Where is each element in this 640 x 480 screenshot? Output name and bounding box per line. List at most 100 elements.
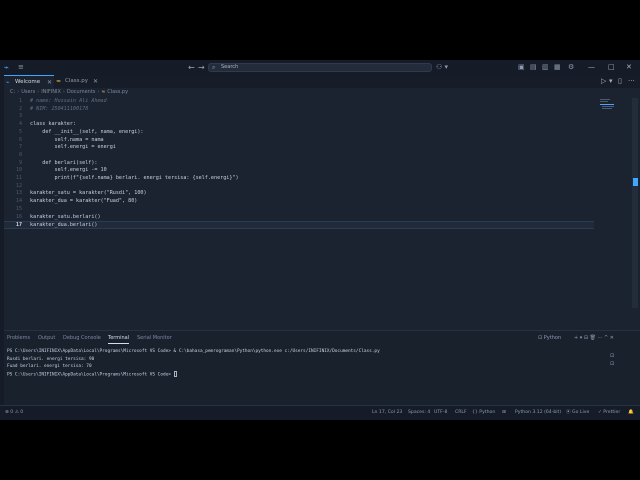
minimap[interactable] [598,97,618,117]
search-placeholder: Search [221,64,239,70]
line-number: 11 [15,175,22,181]
close-window-button[interactable]: ✕ [626,62,632,73]
line-number: 3 [18,113,22,120]
terminal-line: Rusdi berlari. energi tersisa: 90 [7,356,95,362]
tab-debug-console[interactable]: Debug Console [63,333,101,343]
code-text: self.nama = nama [30,136,104,143]
breadcrumb-item[interactable]: Class.py [107,89,128,95]
scroll-thumb[interactable] [633,178,638,186]
run-icon[interactable]: ▷ [601,75,606,88]
tab-welcome[interactable]: ⌁ Welcome ✕ [4,75,54,88]
code-text: self.energi -= 10 [30,167,107,174]
layout-panel-left-icon[interactable]: ▣ [518,62,525,73]
minimize-button[interactable]: — [588,62,595,73]
status-bar: ⊗ 0 ⚠ 0 Ln 17, Col 23 Spaces: 4 UTF-8 CR… [0,405,640,420]
terminal-cursor [173,370,177,377]
tab-serial-monitor[interactable]: Serial Monitor [137,333,172,343]
code-text: karakter_dua.berlari() [30,222,98,229]
terminal-output[interactable]: PS C:\Users\INIFINIX\AppData\Local\Progr… [7,348,380,379]
code-line[interactable]: 6 self.nama = nama [4,137,594,145]
language-mode[interactable]: {} Python [472,406,495,420]
code-editor[interactable]: 1 # name: Hussain Ali Ahmad 2 # NIM: 250411… [4,97,632,330]
code-line[interactable]: 11 print(f"{self.nama} berlari. energi t… [4,175,594,183]
line-number: 13 [15,190,22,197]
more-actions-icon[interactable]: ··· [628,75,635,88]
terminal-shell-label[interactable]: ⊡ Python [538,333,561,343]
terminal-line: PS C:\Users\INIFINIX\AppData\Local\Progr… [7,349,380,354]
vscode-window: ⌁ ≡ ← → ⌕ Search ⚇ ▾ ▣ ▤ ▥ ▦ ⚙ — □ ✕ ⌁ W… [0,60,640,420]
code-text: # NIM: 250411100178 [30,105,89,112]
breadcrumb-item[interactable]: Documents [67,89,96,95]
code-text: print(f"{self.nama} berlari. energi ters… [30,175,239,181]
code-line[interactable]: 12 [4,183,594,191]
terminal-instance-icon[interactable]: ⊡ [610,361,614,367]
tab-output[interactable]: Output [38,333,55,343]
run-menu-chevron-icon[interactable]: ▾ [609,75,613,88]
terminal-line: Fuad berlari. energi tersisa: 70 [7,364,92,370]
encoding-status[interactable]: UTF-8 [434,406,447,420]
line-number: 10 [15,167,22,174]
tab-label: Welcome [15,79,41,85]
forward-arrow-icon[interactable]: → [198,62,205,73]
indentation-status[interactable]: Spaces: 4 [408,406,430,420]
code-line[interactable]: 7 self.energi = energi [4,144,594,152]
code-text: def __init__(self, nama, energi): [30,128,144,135]
terminal-line: PS C:\Users\INIFINIX\AppData\Local\Progr… [7,370,380,379]
tab-class-py[interactable]: ≈ Class.py ✕ [54,75,100,88]
terminal-instance-icon[interactable]: ⊡ [610,353,614,359]
line-number: 12 [15,182,22,189]
code-text: karakter_satu = karakter("Rusdi", 100) [30,190,147,197]
breadcrumb-item[interactable]: INIFINIX [41,89,61,95]
vscode-logo-icon: ⌁ [4,63,9,72]
breadcrumb-item[interactable]: Users [21,89,35,95]
line-number: 9 [18,159,22,166]
code-line[interactable]: 4 class karakter: [4,121,594,129]
line-number: 2 [18,105,22,112]
code-line[interactable]: 13 karakter_satu = karakter("Rusdi", 100) [4,190,594,198]
layout-panel-bottom-icon[interactable]: ▤ [530,62,537,73]
title-bar: ⌁ ≡ ← → ⌕ Search ⚇ ▾ ▣ ▤ ▥ ▦ ⚙ — □ ✕ [0,60,640,75]
eol-status[interactable]: CRLF [455,406,467,420]
close-icon[interactable]: ✕ [93,75,98,88]
settings-gear-icon[interactable]: ⚙ [568,62,574,73]
code-line[interactable]: 9 def berlari(self): [4,160,594,168]
code-line[interactable]: 5 def __init__(self, nama, energi): [4,129,594,137]
layout-icon[interactable]: ⊞ [502,406,506,420]
code-line[interactable]: 2 # NIM: 250411100178 [4,106,594,114]
code-line[interactable]: 3 [4,113,594,121]
menu-icon[interactable]: ≡ [18,62,25,73]
tab-terminal[interactable]: Terminal [108,333,130,344]
terminal-actions[interactable]: + ▾ ⊟ 🗑 ··· ^ ✕ [574,333,614,343]
code-line[interactable]: 16 karakter_satu.berlari() [4,214,594,222]
code-line[interactable]: 14 karakter_dua = karakter("Fuad", 80) [4,198,594,206]
prettier-status[interactable]: ✓ Prettier [598,406,620,420]
cursor-position[interactable]: Ln 17, Col 23 [372,406,402,420]
maximize-button[interactable]: □ [608,62,615,73]
line-number: 8 [18,151,22,158]
code-line[interactable]: 17 karakter_dua.berlari() [4,221,594,229]
editor-tabs: ⌁ Welcome ✕ ≈ Class.py ✕ ▷ ▾ ▯ ··· [4,75,640,88]
code-line[interactable]: 1 # name: Hussain Ali Ahmad [4,98,594,106]
code-text: # name: Hussain Ali Ahmad [30,98,107,104]
code-line[interactable]: 8 [4,152,594,160]
code-line[interactable]: 15 [4,206,594,214]
problems-status[interactable]: ⊗ 0 ⚠ 0 [5,406,23,420]
line-number: 7 [18,144,22,151]
go-live-button[interactable]: ⦿ Go Live [566,406,589,420]
tab-problems[interactable]: Problems [7,333,30,343]
line-number: 1 [18,98,22,104]
python-interpreter[interactable]: Python 3.12 (64-bit) [515,406,561,420]
notifications-bell-icon[interactable]: 🔔 [628,406,634,420]
split-editor-icon[interactable]: ▯ [618,75,622,88]
line-number: 14 [15,198,22,205]
layout-customize-icon[interactable]: ▦ [554,62,561,73]
breadcrumb-item[interactable]: C: [10,89,15,95]
copilot-icon[interactable]: ⚇ ▾ [436,62,448,73]
layout-panel-right-icon[interactable]: ▥ [542,62,549,73]
line-number: 5 [18,128,22,135]
back-arrow-icon[interactable]: ← [188,62,195,73]
code-line[interactable]: 10 self.energi -= 10 [4,167,594,175]
search-box[interactable]: ⌕ Search [208,63,432,72]
tab-label: Class.py [65,78,88,84]
editor-scrollbar[interactable] [632,98,638,308]
